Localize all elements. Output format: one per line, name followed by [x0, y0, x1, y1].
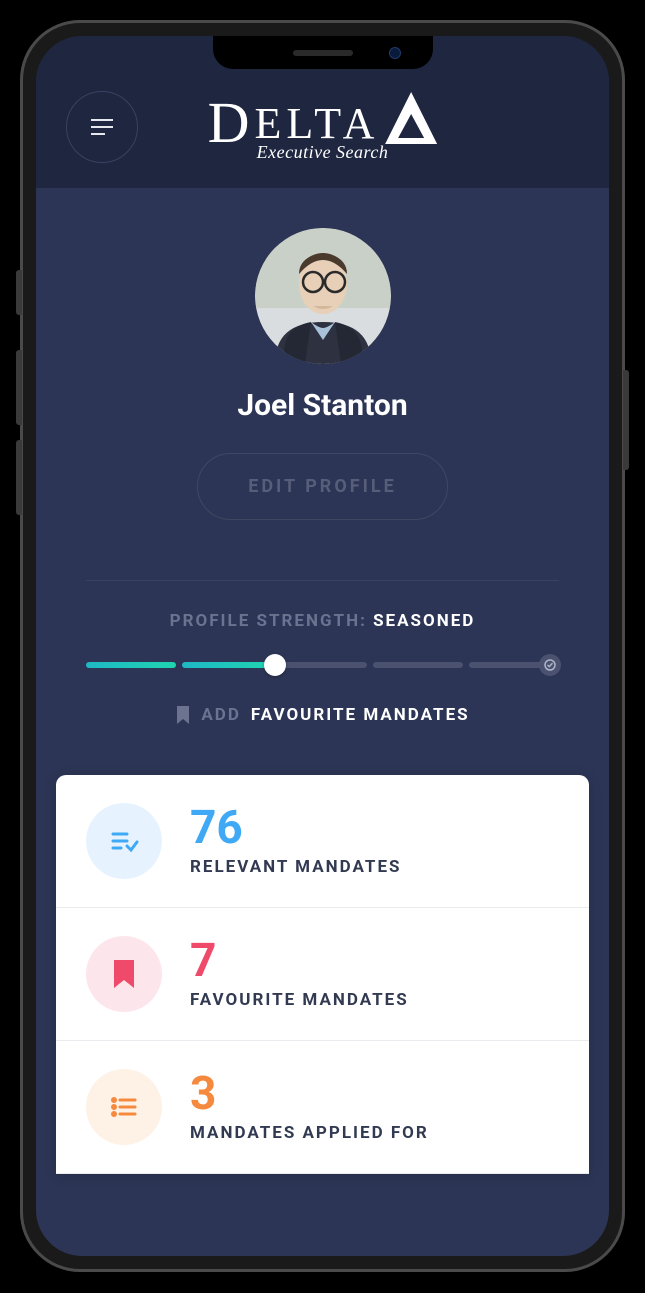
list-icon — [86, 1069, 162, 1145]
profile-name: Joel Stanton — [86, 388, 559, 423]
add-favourite-mandates-link[interactable]: ADD FAVOURITE MANDATES — [86, 705, 559, 725]
screen: DELTA Executive Search — [36, 36, 609, 1256]
stat-count: 76 — [190, 805, 401, 851]
stat-label: FAVOURITE MANDATES — [190, 990, 409, 1010]
phone-side-button — [623, 370, 629, 470]
phone-frame: DELTA Executive Search — [20, 20, 625, 1272]
stat-label: MANDATES APPLIED FOR — [190, 1123, 429, 1143]
triangle-icon — [385, 92, 437, 144]
check-circle-icon — [539, 654, 561, 676]
phone-side-button — [16, 270, 22, 315]
brand-name: DELTA — [208, 102, 380, 146]
list-check-icon — [86, 803, 162, 879]
menu-button[interactable] — [66, 91, 138, 163]
profile-strength-section: PROFILE STRENGTH: SEASONED — [36, 581, 609, 745]
profile-strength-label: PROFILE STRENGTH: SEASONED — [86, 611, 559, 631]
stat-favourite-mandates[interactable]: 7 FAVOURITE MANDATES — [56, 908, 589, 1041]
stat-count: 3 — [190, 1071, 429, 1117]
brand-logo: DELTA Executive Search — [208, 92, 438, 163]
stat-relevant-mandates[interactable]: 76 RELEVANT MANDATES — [56, 775, 589, 908]
bookmark-icon — [86, 936, 162, 1012]
slider-track — [86, 662, 559, 668]
avatar[interactable] — [255, 228, 391, 364]
menu-icon — [91, 119, 113, 121]
stat-count: 7 — [190, 938, 409, 984]
edit-profile-button[interactable]: EDIT PROFILE — [197, 453, 448, 520]
slider-handle[interactable] — [264, 654, 286, 676]
profile-section: Joel Stanton EDIT PROFILE — [36, 188, 609, 550]
phone-side-button — [16, 440, 22, 515]
stats-card: 76 RELEVANT MANDATES 7 FAVOURITE MANDATE… — [56, 775, 589, 1174]
stat-mandates-applied-for[interactable]: 3 MANDATES APPLIED FOR — [56, 1041, 589, 1174]
phone-notch — [213, 36, 433, 69]
bookmark-icon — [175, 705, 191, 725]
stat-label: RELEVANT MANDATES — [190, 857, 401, 877]
profile-strength-slider[interactable] — [86, 653, 559, 677]
phone-side-button — [16, 350, 22, 425]
